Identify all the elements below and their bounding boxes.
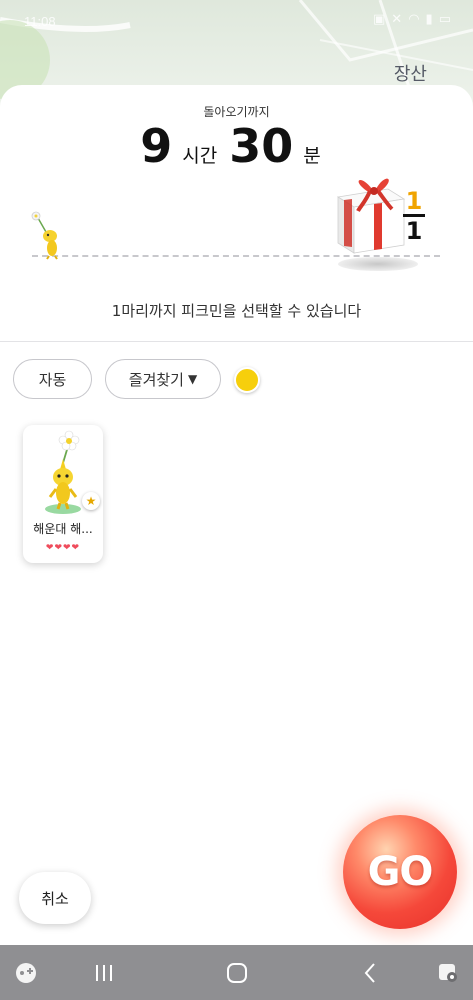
go-label: GO bbox=[367, 849, 434, 895]
signal-icon: ▮ bbox=[425, 12, 439, 27]
star-badge-icon: ★ bbox=[82, 492, 100, 510]
map-place-label: 장산 bbox=[393, 64, 427, 85]
back-icon[interactable] bbox=[352, 945, 388, 1000]
flower-icon bbox=[58, 430, 80, 451]
return-timer-label: 돌아오기까지 bbox=[203, 105, 270, 119]
color-filter-button[interactable] bbox=[234, 367, 260, 393]
pikmin-count-selected: 1 bbox=[405, 187, 423, 215]
status-time: 11:08 bbox=[24, 14, 56, 29]
gift-box-icon bbox=[336, 178, 406, 254]
timer-hours-unit: 시간 bbox=[182, 145, 218, 167]
timer-minutes-unit: 분 bbox=[303, 145, 321, 167]
pikmin-hearts: ❤❤❤❤ bbox=[45, 543, 81, 553]
favorites-label: 즐겨찾기 bbox=[128, 370, 184, 389]
return-timer: 9 시간 30 분 bbox=[0, 119, 473, 173]
favorites-dropdown[interactable]: 즐겨찾기 ▼ bbox=[105, 359, 221, 399]
pikmin-count-fraction: 1 1 bbox=[402, 189, 426, 244]
recent-apps-icon[interactable] bbox=[84, 945, 124, 1000]
navigation-bar bbox=[0, 945, 473, 1000]
mute-icon: ✕ bbox=[391, 12, 409, 27]
timer-hours: 9 bbox=[140, 119, 173, 173]
auto-select-button[interactable]: 자동 bbox=[13, 359, 92, 399]
battery-icon: ▭ bbox=[438, 12, 457, 27]
auto-select-label: 자동 bbox=[38, 370, 67, 389]
pikmin-name: 해운대 해... bbox=[33, 522, 93, 536]
wifi-icon: ◠ bbox=[408, 12, 426, 27]
divider bbox=[0, 341, 473, 342]
gift-shadow bbox=[338, 257, 418, 271]
pikmin-count-max: 1 bbox=[405, 217, 423, 245]
yellow-pikmin-icon bbox=[45, 430, 81, 514]
cancel-label: 취소 bbox=[41, 889, 69, 908]
go-button[interactable]: GO bbox=[343, 815, 457, 929]
home-icon[interactable] bbox=[217, 945, 257, 1000]
status-bar: 11:08 ▣✕◠▮▭ bbox=[0, 0, 473, 44]
expedition-sheet: 돌아오기까지 9 시간 30 분 1 1 1마리까지 피크민을 선택할 수 있습니다 … bbox=[0, 85, 473, 945]
assistant-icon[interactable] bbox=[430, 945, 466, 1000]
cancel-button[interactable]: 취소 bbox=[19, 872, 91, 924]
game-launcher-icon[interactable] bbox=[8, 945, 44, 1000]
walking-pikmin-icon bbox=[31, 211, 58, 260]
gamepad-icon: ▣ bbox=[373, 12, 392, 27]
timer-minutes: 30 bbox=[229, 119, 294, 173]
select-hint: 1마리까지 피크민을 선택할 수 있습니다 bbox=[111, 302, 362, 320]
chevron-down-icon: ▼ bbox=[187, 372, 198, 386]
status-icons: ▣✕◠▮▭ bbox=[373, 12, 457, 27]
pikmin-card[interactable]: ★ 해운대 해... ❤❤❤❤ bbox=[23, 425, 103, 563]
